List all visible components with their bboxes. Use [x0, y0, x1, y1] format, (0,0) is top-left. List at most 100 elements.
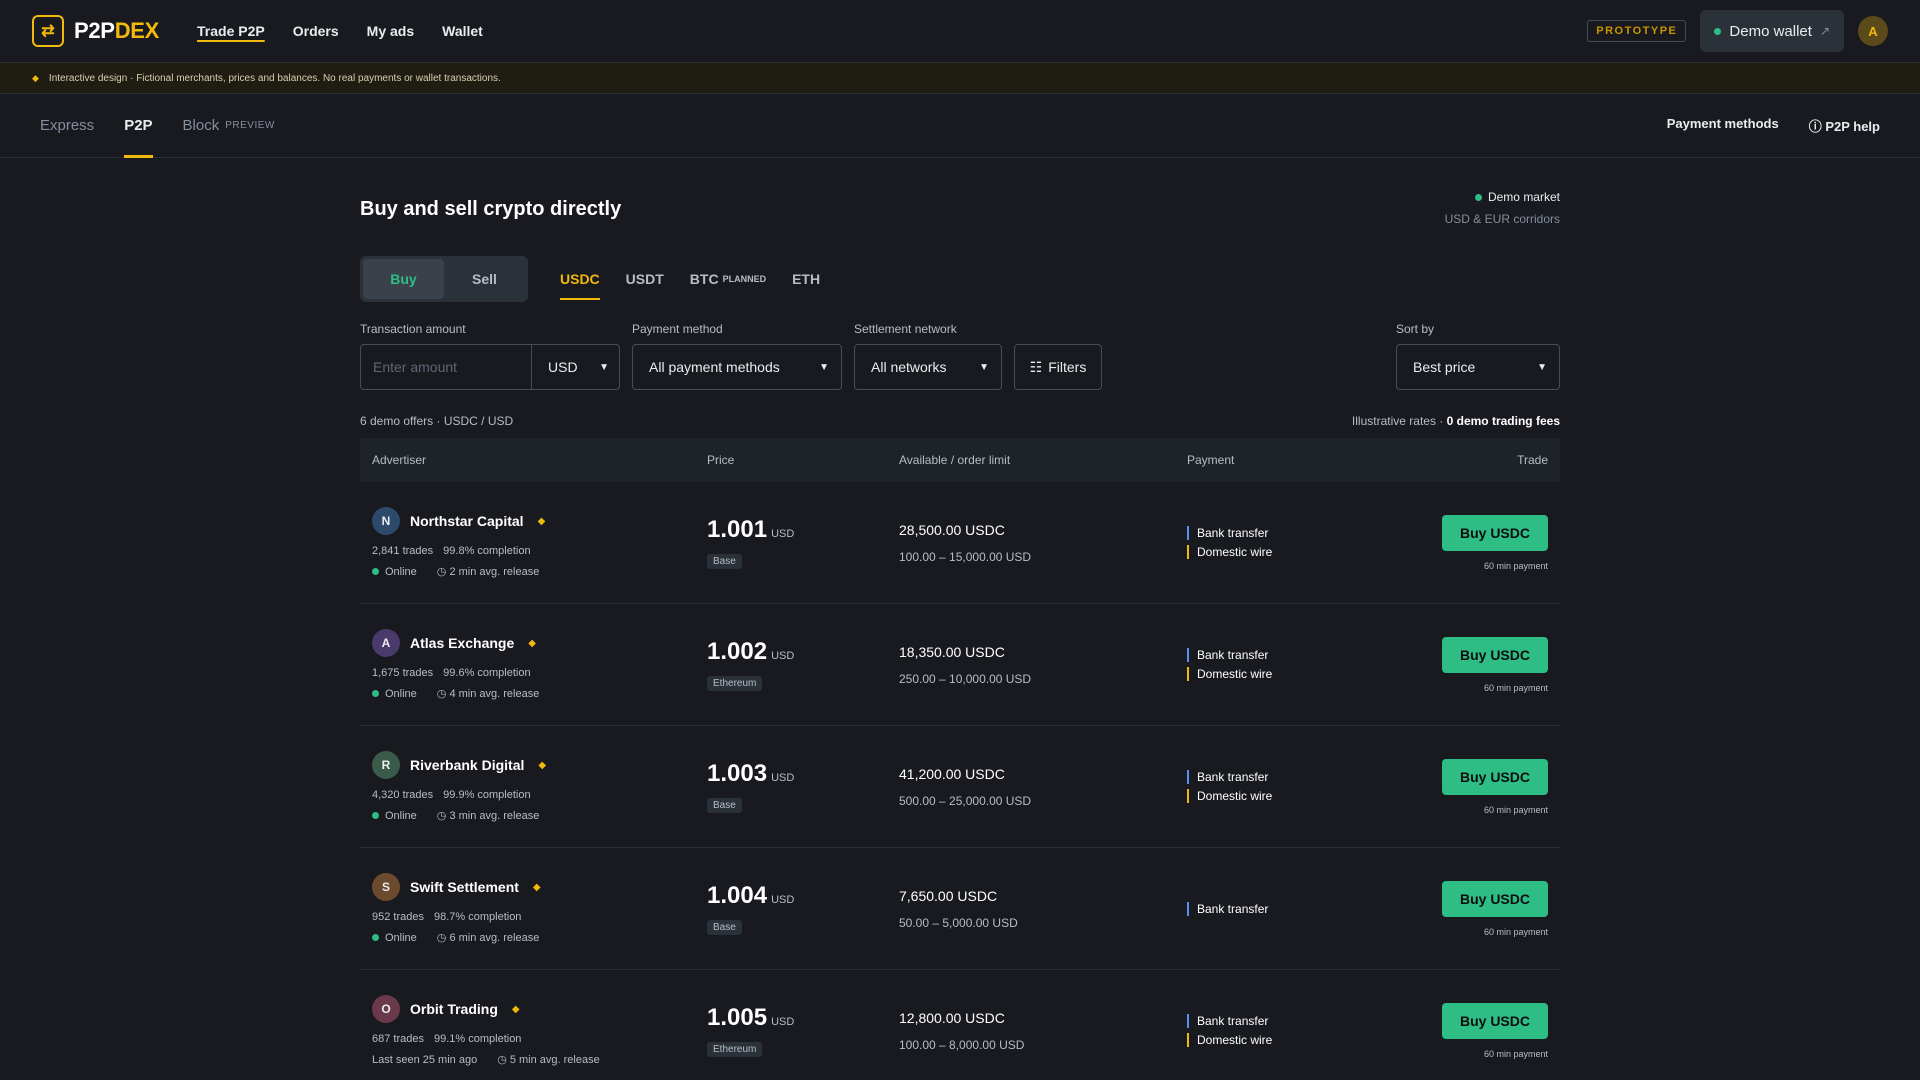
tab-express[interactable]: Express — [40, 94, 94, 158]
coin-tab-eth[interactable]: ETH — [792, 256, 820, 302]
buy-usdc-button[interactable]: Buy USDC — [1441, 880, 1548, 917]
price-value: 1.004 — [707, 882, 768, 909]
advertiser-name[interactable]: Riverbank Digital — [410, 757, 524, 773]
payment-method-tag: Domestic wire — [1187, 545, 1387, 559]
col-available: Available / order limit — [899, 453, 1011, 467]
top-navbar: ⇄ P2PDEX Trade P2P Orders My ads Wallet … — [0, 0, 1920, 63]
network-badge: Ethereum — [707, 1042, 763, 1057]
advertiser-avatar: A — [372, 629, 400, 657]
coin-tab-usdc[interactable]: USDC — [560, 256, 600, 302]
order-limit: 250.00 – 10,000.00 USD — [899, 671, 1032, 686]
tab-p2p[interactable]: P2P — [124, 94, 153, 158]
filters-button[interactable]: ☷ Filters — [1014, 344, 1102, 390]
market-info: Demo market USD & EUR corridors — [1445, 190, 1560, 226]
price-currency: USD — [771, 894, 795, 906]
release-time: ◷ 3 min avg. release — [436, 810, 540, 822]
demo-notice-bar: ◆ Interactive design · Fictional merchan… — [0, 63, 1920, 94]
online-status: Last seen 25 min ago — [372, 1053, 478, 1066]
buy-usdc-button[interactable]: Buy USDC — [1441, 514, 1548, 551]
verified-icon: ◆ — [538, 759, 547, 771]
order-limit: 50.00 – 5,000.00 USD — [899, 915, 1018, 930]
demo-wallet-button[interactable]: Demo wallet ↗ — [1700, 10, 1844, 52]
p2p-help-link[interactable]: ⓘ P2P help — [1809, 116, 1880, 135]
advertiser-name[interactable]: Swift Settlement — [410, 879, 519, 895]
buy-sell-toggle: Buy Sell — [360, 256, 528, 302]
amount-label: Transaction amount — [360, 322, 466, 336]
tab-block[interactable]: Block PREVIEW — [183, 94, 275, 158]
payment-methods-link[interactable]: Payment methods — [1667, 116, 1779, 135]
network-select[interactable]: All networks ▼ — [854, 344, 1002, 390]
payment-method-tag: Bank transfer — [1187, 526, 1387, 540]
payment-method-tag: Bank transfer — [1187, 648, 1387, 662]
nav-orders[interactable]: Orders — [293, 23, 339, 39]
network-badge: Base — [707, 920, 742, 935]
available-amount: 18,350.00 USDC — [899, 643, 1005, 660]
trade-count: 952 trades — [372, 911, 424, 923]
brand-logo[interactable]: ⇄ P2PDEX — [32, 15, 159, 47]
trade-count: 4,320 trades — [372, 789, 434, 801]
wallet-label: Demo wallet — [1729, 22, 1812, 40]
verified-icon: ◆ — [532, 881, 541, 893]
coin-tab-btc[interactable]: BTC PLANNED — [690, 256, 766, 302]
available-amount: 28,500.00 USDC — [899, 521, 1005, 538]
order-limit: 500.00 – 25,000.00 USD — [899, 793, 1032, 808]
payment-time: 60 min payment — [1483, 1048, 1548, 1059]
trade-count: 1,675 trades — [372, 667, 434, 679]
amount-currency-select[interactable]: USD ▼ — [531, 345, 619, 389]
online-dot-icon — [372, 568, 379, 575]
col-advertiser: Advertiser — [372, 453, 427, 467]
col-payment: Payment — [1187, 453, 1235, 467]
payment-method-tag: Bank transfer — [1187, 1014, 1387, 1028]
payment-time: 60 min payment — [1483, 682, 1548, 693]
preview-badge: PREVIEW — [225, 120, 275, 131]
advertiser-name[interactable]: Orbit Trading — [410, 1001, 498, 1017]
network-badge: Base — [707, 554, 742, 569]
release-time: ◷ 5 min avg. release — [497, 1054, 600, 1066]
release-time: ◷ 4 min avg. release — [436, 688, 540, 700]
advertiser-avatar: S — [372, 873, 400, 901]
payment-method-select[interactable]: All payment methods ▼ — [632, 344, 842, 390]
user-avatar[interactable]: A — [1858, 16, 1888, 46]
nav-trade-p2p[interactable]: Trade P2P — [197, 23, 265, 39]
nav-my-ads[interactable]: My ads — [367, 23, 414, 39]
buy-usdc-button[interactable]: Buy USDC — [1441, 758, 1548, 795]
buy-usdc-button[interactable]: Buy USDC — [1441, 1002, 1548, 1039]
advertiser-avatar: O — [372, 995, 400, 1023]
sell-toggle[interactable]: Sell — [444, 259, 525, 299]
clock-icon: ◷ — [497, 1054, 510, 1066]
payment-time: 60 min payment — [1483, 560, 1548, 571]
online-dot-icon — [372, 934, 379, 941]
advertiser-name[interactable]: Northstar Capital — [410, 513, 524, 529]
release-time: ◷ 2 min avg. release — [436, 566, 540, 578]
network-badge: Ethereum — [707, 676, 763, 691]
available-amount: 12,800.00 USDC — [899, 1009, 1005, 1026]
release-time: ◷ 6 min avg. release — [436, 932, 540, 944]
online-status: Online — [385, 931, 417, 944]
network-badge: Base — [707, 798, 742, 813]
price-currency: USD — [771, 1016, 795, 1028]
network-label: Settlement network — [854, 322, 957, 336]
coin-tab-usdt[interactable]: USDT — [626, 256, 664, 302]
payment-method-label: Payment method — [632, 322, 723, 336]
buy-toggle[interactable]: Buy — [363, 259, 444, 299]
verified-icon: ◆ — [528, 637, 536, 649]
table-row: O Orbit Trading ◆ 687 trades 99.1% comple… — [360, 970, 1560, 1080]
status-dot-icon — [1474, 193, 1482, 201]
sort-select[interactable]: Best price ▼ — [1396, 344, 1560, 390]
amount-input[interactable] — [361, 345, 531, 389]
advertiser-avatar: R — [372, 751, 400, 779]
payment-method-tag: Bank transfer — [1187, 901, 1387, 916]
price-value: 1.001 — [707, 516, 768, 543]
chevron-down-icon: ▼ — [1537, 361, 1547, 373]
clock-icon: ◷ — [436, 810, 450, 822]
buy-usdc-button[interactable]: Buy USDC — [1441, 636, 1548, 673]
online-dot-icon — [372, 812, 379, 819]
advertiser-avatar: N — [372, 507, 400, 535]
nav-wallet[interactable]: Wallet — [442, 23, 483, 39]
sub-navbar: Express P2P Block PREVIEW Payment methods… — [0, 94, 1920, 158]
offers-count: 6 demo offers · USDC / USD — [360, 414, 514, 428]
payment-time: 60 min payment — [1483, 926, 1548, 937]
clock-icon: ◷ — [436, 688, 450, 700]
advertiser-name[interactable]: Atlas Exchange — [410, 635, 514, 651]
completion-rate: 99.8% completion — [443, 545, 531, 557]
